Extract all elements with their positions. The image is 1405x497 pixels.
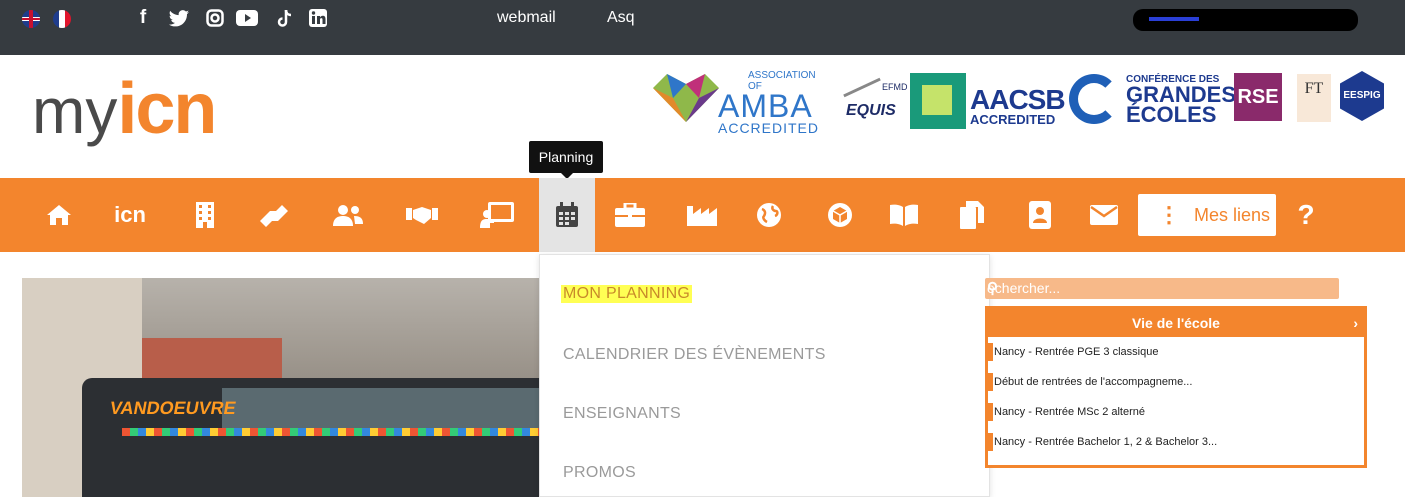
- menu-item-mon-planning[interactable]: MON PLANNING: [561, 285, 693, 303]
- users-icon[interactable]: [330, 178, 366, 252]
- vertical-dots-icon: ⋮: [1158, 202, 1180, 227]
- nav-icn[interactable]: icn: [110, 178, 150, 252]
- search-input[interactable]: echercher... ⚲: [985, 278, 1339, 299]
- redacted-user-name: [1133, 9, 1358, 31]
- chevron-right-icon[interactable]: ›: [1353, 309, 1358, 337]
- aacsb-sub-text: ACCREDITED: [970, 112, 1056, 127]
- aacsb-accreditation: AACSB ACCREDITED: [970, 84, 1066, 127]
- efmd-text: EFMD: [882, 82, 908, 92]
- teacher-icon[interactable]: [478, 178, 516, 252]
- book-icon[interactable]: [885, 178, 923, 252]
- home-icon[interactable]: [42, 178, 76, 252]
- planning-dropdown-menu: MON PLANNING CALENDRIER DES ÉVÈNEMENTS E…: [539, 254, 990, 497]
- handshake-icon[interactable]: [404, 178, 440, 252]
- youtube-icon[interactable]: [235, 6, 259, 30]
- menu-item-promos[interactable]: PROMOS: [563, 464, 636, 482]
- nav-planning-calendar-icon[interactable]: [539, 178, 595, 252]
- list-item[interactable]: Nancy - Rentrée MSc 2 alterné: [985, 397, 1364, 427]
- uk-flag-icon[interactable]: [22, 10, 40, 28]
- news-photo-bus[interactable]: VANDOEUVRE: [22, 278, 552, 497]
- factory-icon[interactable]: [684, 178, 720, 252]
- box-icon[interactable]: [822, 178, 858, 252]
- vie-ecole-header[interactable]: Vie de l'école ›: [988, 309, 1364, 337]
- building-icon[interactable]: [190, 178, 220, 252]
- vie-ecole-panel: Vie de l'école › Nancy - Rentrée PGE 3 c…: [985, 306, 1367, 468]
- vie-ecole-title: Vie de l'école: [1132, 315, 1220, 331]
- list-item-text: Nancy - Rentrée MSc 2 alterné: [994, 406, 1146, 418]
- rse-label: RSE: [1234, 73, 1282, 121]
- list-item-text: Début de rentrées de l'accompagneme...: [994, 376, 1193, 388]
- equis-accreditation: EFMD EQUIS: [842, 72, 914, 128]
- logo-icn: icn: [117, 69, 217, 149]
- list-item[interactable]: Nancy - Rentrée Bachelor 1, 2 & Bachelor…: [985, 427, 1364, 457]
- search-icon[interactable]: ⚲: [987, 279, 1333, 297]
- myicn-logo[interactable]: myicn: [32, 68, 217, 168]
- documents-icon[interactable]: [954, 178, 990, 252]
- linkedin-icon[interactable]: [306, 6, 330, 30]
- envelope-icon[interactable]: [1086, 178, 1122, 252]
- cge-logo-icon: [1069, 74, 1119, 124]
- tiktok-icon[interactable]: [273, 6, 297, 30]
- planning-tooltip: Planning: [529, 141, 603, 179]
- mes-liens-button[interactable]: ⋮ Mes liens: [1138, 194, 1276, 236]
- list-item-text: Nancy - Rentrée Bachelor 1, 2 & Bachelor…: [994, 436, 1218, 448]
- exchange-icon[interactable]: [256, 178, 292, 252]
- cge-accreditation: CONFÉRENCE DES GRANDES ÉCOLES: [1126, 74, 1236, 127]
- asq-link[interactable]: Asq: [607, 9, 635, 27]
- briefcase-icon[interactable]: [612, 178, 648, 252]
- eespig-label: EESPIG: [1340, 71, 1384, 121]
- amba-accreditation: ASSOCIATION OF AMBA ACCREDITED: [718, 70, 828, 136]
- amba-big-text: AMBA: [718, 88, 813, 124]
- bus-destination-text: VANDOEUVRE: [108, 398, 238, 418]
- globe-icon[interactable]: [752, 178, 786, 252]
- logo-my: my: [32, 75, 118, 147]
- green-square-logo: [910, 73, 966, 129]
- menu-item-calendrier-evenements[interactable]: CALENDRIER DES ÉVÈNEMENTS: [563, 346, 826, 364]
- help-button[interactable]: ?: [1286, 178, 1326, 252]
- cge-line2: ÉCOLES: [1126, 102, 1217, 127]
- instagram-icon[interactable]: [203, 6, 227, 30]
- aacsb-text: AACSB: [970, 84, 1066, 115]
- ft-label: FT: [1297, 74, 1331, 122]
- twitter-icon[interactable]: [167, 6, 191, 30]
- menu-item-enseignants[interactable]: ENSEIGNANTS: [563, 405, 681, 423]
- facebook-icon[interactable]: f: [131, 6, 155, 30]
- amba-logo-icon: [653, 74, 719, 122]
- list-item[interactable]: Nancy - Rentrée PGE 3 classique: [985, 337, 1364, 367]
- mes-liens-label: Mes liens: [1194, 204, 1271, 225]
- amba-sub-text: ACCREDITED: [718, 120, 820, 136]
- webmail-link[interactable]: webmail: [497, 9, 556, 27]
- list-item[interactable]: Début de rentrées de l'accompagneme...: [985, 367, 1364, 397]
- contact-card-icon[interactable]: [1022, 178, 1058, 252]
- equis-text: EQUIS: [846, 102, 896, 119]
- list-item-text: Nancy - Rentrée PGE 3 classique: [994, 346, 1159, 358]
- top-bar: f webmail Asq: [0, 0, 1405, 55]
- fr-flag-icon[interactable]: [53, 10, 71, 28]
